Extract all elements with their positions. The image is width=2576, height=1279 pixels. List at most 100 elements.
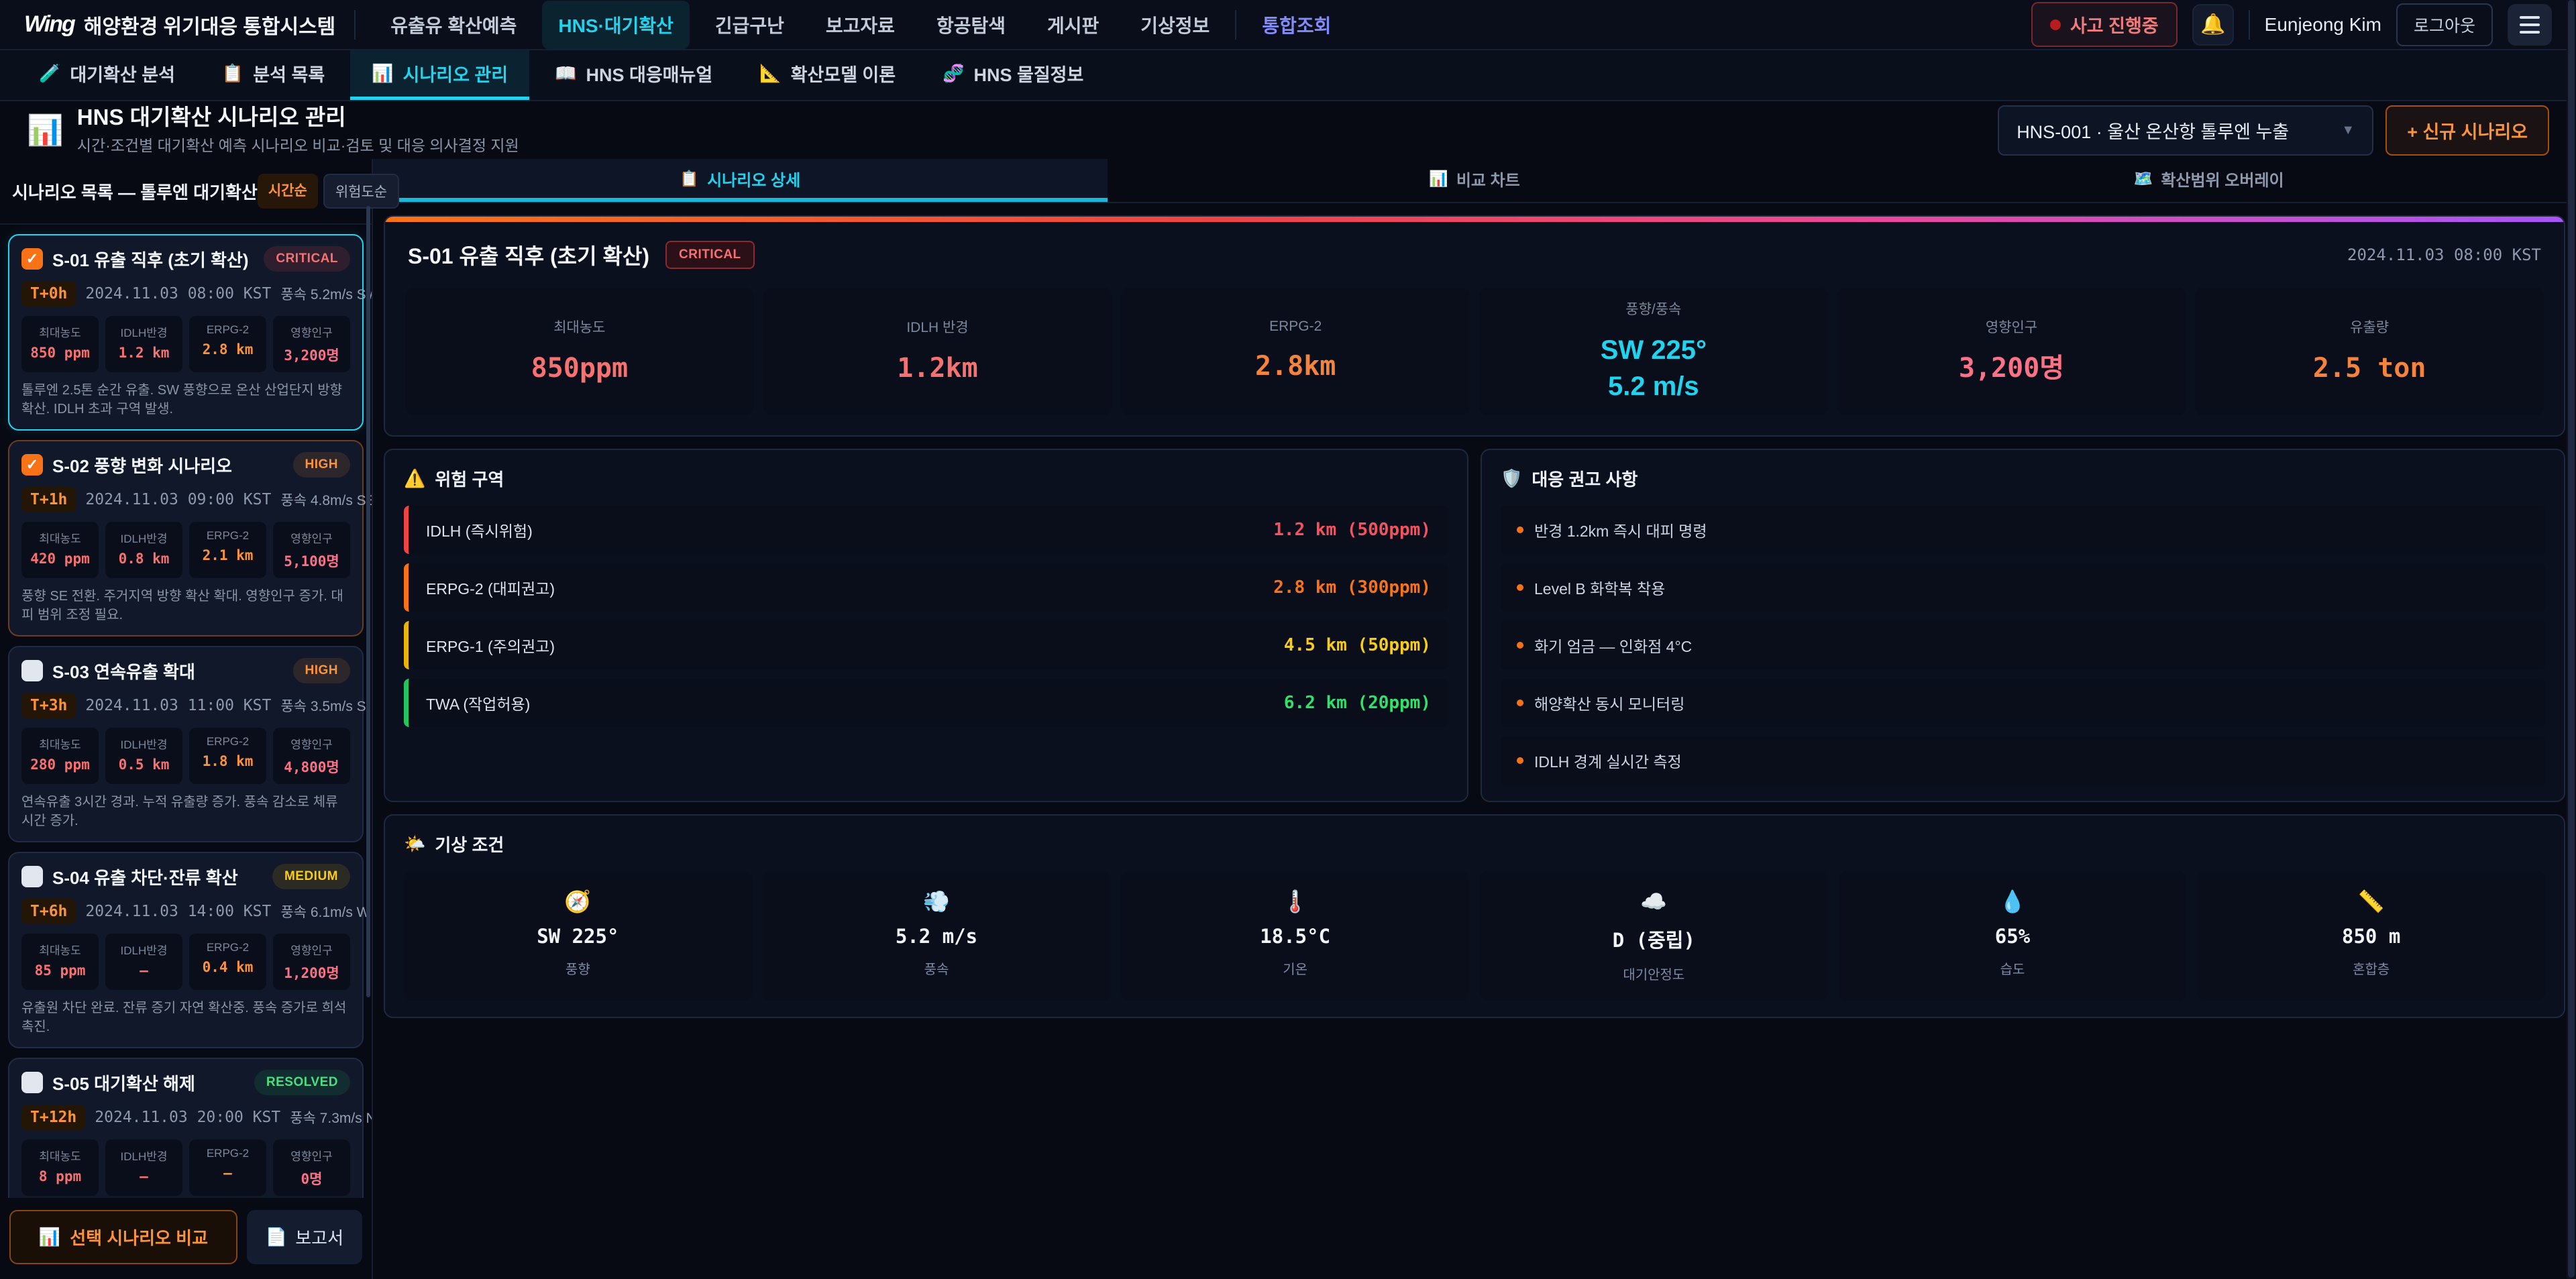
sidebar-scrollbar[interactable]	[366, 206, 370, 997]
scenario-datetime: 2024.11.03 14:00 KST	[85, 903, 271, 920]
bar-chart-icon: 📊	[1429, 170, 1448, 188]
scenario-card-s02[interactable]: ✓ S-02 풍향 변화 시나리오 HIGH T+1h 2024.11.03 0…	[8, 440, 364, 636]
stat-max-concentration: 최대농도85 ppm	[21, 934, 99, 990]
recommendation-item: IDLH 경계 실시간 측정	[1501, 736, 2545, 785]
scrollbar-thumb[interactable]	[2568, 0, 2575, 1278]
scenario-card-s01[interactable]: ✓ S-01 유출 직후 (초기 확산) CRITICAL T+0h 2024.…	[8, 234, 364, 431]
weather-card-stability: ☁️ D (중립) 대기안정도	[1480, 871, 1828, 1001]
severity-gradient-bar	[385, 217, 2564, 222]
tab-label: 비교 차트	[1456, 167, 1520, 190]
page-title-chart-icon: 📊	[27, 113, 64, 148]
weather-card-temperature: 🌡️ 18.5°C 기온	[1121, 871, 1469, 1001]
stat-erpg2: ERPG-2–	[189, 1139, 266, 1196]
hamburger-menu-button[interactable]	[2508, 4, 2552, 46]
logout-button[interactable]: 로그아웃	[2396, 3, 2493, 46]
chevron-down-icon: ▼	[2341, 123, 2355, 138]
nav-item-board[interactable]: 게시판	[1031, 1, 1115, 49]
detail-content: S-01 유출 직후 (초기 확산) CRITICAL 2024.11.03 0…	[373, 203, 2576, 1279]
incident-select[interactable]: HNS-001 · 울산 온산항 톨루엔 누출 ▼	[1998, 105, 2373, 156]
nav-item-integrated-search[interactable]: 통합조회	[1246, 1, 1347, 49]
new-scenario-button[interactable]: + 신규 시나리오	[2385, 105, 2549, 156]
nav-item-reports[interactable]: 보고자료	[810, 1, 911, 49]
weather-card-mixing-layer: 📏 850 m 혼합층	[2197, 871, 2545, 1001]
scenario-datetime: 2024.11.03 09:00 KST	[85, 491, 271, 508]
scenario-card-s05[interactable]: S-05 대기확산 해제 RESOLVED T+12h 2024.11.03 2…	[8, 1058, 364, 1198]
detail-tab-bar: 📋 시나리오 상세 📊 비교 차트 🗺️ 확산범위 오버레이	[373, 159, 2576, 203]
recommendation-item: 해양확산 동시 모니터링	[1501, 679, 2545, 727]
scenario-title: S-02 풍향 변화 시나리오	[52, 453, 232, 478]
app-logo-icon: Wing	[24, 11, 74, 38]
weather-card-humidity: 💧 65% 습도	[1839, 871, 2187, 1001]
nav-item-weather-info[interactable]: 기상정보	[1124, 1, 1226, 49]
tab-comparison-chart[interactable]: 📊 비교 차트	[1108, 159, 1842, 202]
book-icon: 📖	[555, 63, 576, 84]
nav-item-oil-spill-prediction[interactable]: 유출유 확산예측	[374, 1, 533, 49]
tab-label: 시나리오 관리	[403, 60, 508, 87]
scenario-card-s03[interactable]: S-03 연속유출 확대 HIGH T+3h 2024.11.03 11:00 …	[8, 646, 364, 842]
danger-zones-title: 위험 구역	[435, 466, 504, 491]
tab-scenario-management[interactable]: 📊 시나리오 관리	[350, 50, 529, 100]
tab-hns-manual[interactable]: 📖 HNS 대응매뉴얼	[533, 50, 734, 100]
report-button[interactable]: 📄 보고서	[247, 1210, 362, 1264]
divider	[2249, 10, 2250, 40]
incident-dot-icon	[2050, 19, 2061, 30]
page-scrollbar[interactable]	[2567, 0, 2576, 1279]
shield-icon: 🛡️	[1501, 468, 1522, 489]
danger-zone-row-erpg1: ERPG-1 (주의권고) 4.5 km (50ppm)	[404, 621, 1448, 669]
stat-idlh-radius: IDLH반경–	[105, 1139, 182, 1196]
scenario-checkbox[interactable]	[21, 866, 43, 887]
divider	[354, 10, 356, 40]
scenario-wind: 풍속 5.2m/s SW	[280, 284, 372, 304]
sort-by-risk-button[interactable]: 위험도순	[323, 174, 399, 209]
bullet-dot-icon	[1517, 584, 1523, 591]
sort-by-time-button[interactable]: 시간순	[258, 174, 318, 209]
scenario-wind: 풍속 6.1m/s W	[280, 901, 370, 922]
test-tube-icon: 🧪	[39, 63, 60, 84]
incident-select-value: HNS-001 · 울산 온산항 톨루엔 누출	[2017, 117, 2289, 144]
bullet-dot-icon	[1517, 526, 1523, 533]
recommendation-item: 화기 엄금 — 인화점 4°C	[1501, 621, 2545, 669]
severity-badge: MEDIUM	[272, 864, 350, 889]
tab-hns-substance-info[interactable]: 🧬 HNS 물질정보	[921, 50, 1105, 100]
scenario-datetime: 2024.11.03 20:00 KST	[95, 1109, 280, 1126]
tab-analysis-list[interactable]: 📋 분석 목록	[201, 50, 346, 100]
weather-panel: 🌤️ 기상 조건 🧭 SW 225° 풍향 💨 5.2 m/s 풍속	[384, 814, 2565, 1018]
brand: Wing 해양환경 위기대응 통합시스템	[24, 10, 335, 40]
detail-datetime: 2024.11.03 08:00 KST	[2347, 245, 2541, 264]
weather-card-wind-speed: 💨 5.2 m/s 풍속	[763, 871, 1111, 1001]
tab-scenario-detail[interactable]: 📋 시나리오 상세	[373, 159, 1108, 202]
bullet-dot-icon	[1517, 642, 1523, 649]
nav-item-hns-atmospheric[interactable]: HNS·대기확산	[542, 1, 689, 49]
tab-dispersion-overlay[interactable]: 🗺️ 확산범위 오버레이	[1841, 159, 2576, 202]
scenario-description: 유출원 차단 완료. 잔류 증기 자연 확산중. 풍속 증가로 희석 촉진.	[21, 999, 350, 1036]
bar-chart-icon: 📊	[372, 63, 393, 84]
stat-affected-population: 영향인구3,200명	[273, 316, 350, 372]
main-panel: 📋 시나리오 상세 📊 비교 차트 🗺️ 확산범위 오버레이 S-01 유출 직…	[373, 159, 2576, 1279]
notification-bell-button[interactable]: 🔔	[2192, 4, 2234, 46]
clipboard-icon: 📋	[222, 63, 244, 84]
tab-dispersion-analysis[interactable]: 🧪 대기확산 분석	[17, 50, 197, 100]
stat-erpg2: ERPG-21.8 km	[189, 728, 266, 784]
divider	[1235, 10, 1236, 40]
severity-badge: RESOLVED	[254, 1070, 350, 1095]
scenario-checkbox[interactable]	[21, 1072, 43, 1093]
scenario-card-s04[interactable]: S-04 유출 차단·잔류 확산 MEDIUM T+6h 2024.11.03 …	[8, 852, 364, 1048]
scenario-checkbox[interactable]: ✓	[21, 248, 43, 270]
scenario-checkbox[interactable]: ✓	[21, 454, 43, 476]
tab-model-theory[interactable]: 📐 확산모델 이론	[738, 50, 917, 100]
nav-item-emergency-rescue[interactable]: 긴급구난	[699, 1, 800, 49]
scenario-description: 연속유출 3시간 경과. 누적 유출량 증가. 풍속 감소로 체류 시간 증가.	[21, 793, 350, 830]
document-icon: 📄	[266, 1227, 287, 1247]
stat-erpg2: ERPG-20.4 km	[189, 934, 266, 990]
droplet-icon: 💧	[1999, 889, 2026, 914]
clipboard-icon: 📋	[680, 170, 699, 188]
scenario-checkbox[interactable]	[21, 660, 43, 681]
stat-affected-population: 영향인구5,100명	[273, 522, 350, 578]
compare-scenarios-button[interactable]: 📊 선택 시나리오 비교	[9, 1210, 237, 1264]
recommendation-item: 반경 1.2km 즉시 대피 명령	[1501, 506, 2545, 554]
wind-icon: 💨	[923, 889, 950, 914]
scenario-title: S-05 대기확산 해제	[52, 1070, 195, 1095]
nav-item-aerial-search[interactable]: 항공탐색	[920, 1, 1022, 49]
stat-idlh-radius: IDLH반경0.8 km	[105, 522, 182, 578]
tab-label: 대기확산 분석	[70, 60, 175, 87]
